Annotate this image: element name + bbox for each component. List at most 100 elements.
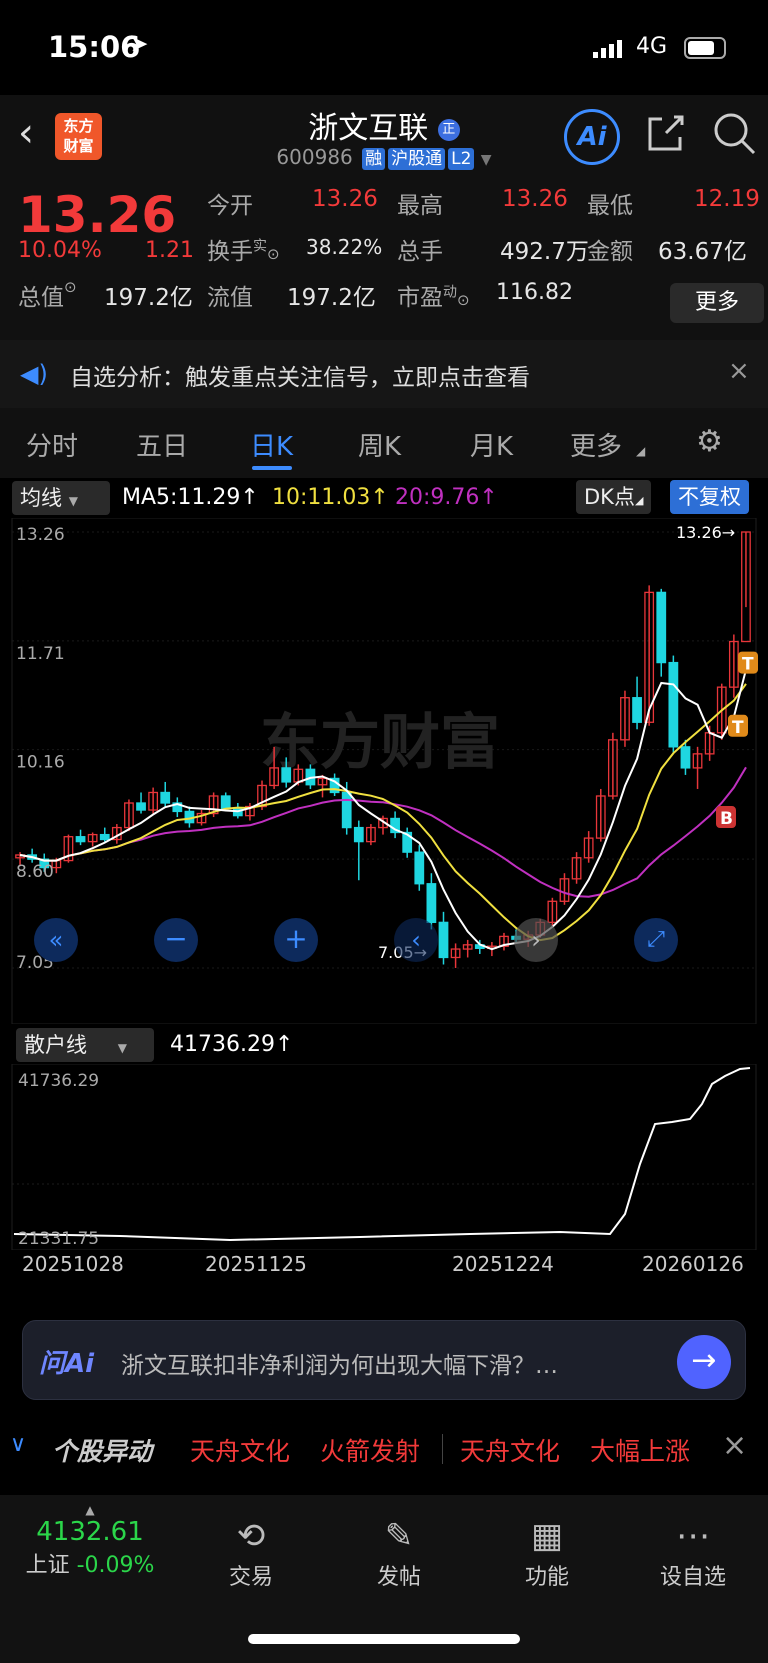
tag-margin: 融	[362, 148, 386, 170]
ask-ai-bar[interactable]: 问Ai 浙文互联扣非净利润为何出现大幅下滑？… →	[22, 1320, 746, 1400]
candle	[136, 802, 146, 811]
chevron-down-icon[interactable]: ∨	[10, 1432, 26, 1457]
stock-code: 600986	[276, 145, 353, 169]
high-value: 13.26	[502, 186, 568, 212]
more-dots-icon: ⋯	[676, 1516, 710, 1556]
analysis-banner[interactable]: ◀) 自选分析：触发重点关注信号，立即点击查看 ×	[0, 340, 768, 408]
tab-five-day[interactable]: 五日	[136, 426, 188, 463]
signal-marker-label: T	[732, 718, 744, 738]
amount-value: 63.67亿	[658, 239, 747, 265]
share-icon[interactable]	[646, 113, 686, 153]
change-percent: 10.04%	[18, 238, 102, 263]
close-ticker-icon[interactable]: ×	[722, 1428, 747, 1463]
tab-intraday[interactable]: 分时	[26, 426, 78, 463]
prev-button[interactable]: ‹	[394, 918, 438, 962]
active-tab-underline	[252, 466, 292, 470]
ma20-value: 20:9.76↑	[395, 485, 498, 510]
candle	[220, 795, 231, 810]
yen-exchange-icon: ⟲	[236, 1516, 266, 1556]
more-button[interactable]: 更多	[670, 283, 764, 323]
candle	[680, 746, 691, 769]
ticker-label: 个股异动	[52, 1437, 153, 1466]
tag-hk-connect: 沪股通	[388, 148, 446, 170]
more-caret-icon: ◢	[636, 444, 646, 458]
candle	[668, 661, 679, 748]
quote-panel: 13.26 10.04% 1.21 今开 13.26 最高 13.26 最低 1…	[0, 180, 768, 340]
ma-type-select[interactable]: 均线 ▼	[12, 481, 110, 515]
next-button[interactable]: ›	[514, 918, 558, 962]
tab-more[interactable]: 更多	[570, 426, 622, 463]
home-indicator	[248, 1634, 520, 1644]
ma10-value: 10:11.03↑	[272, 485, 389, 510]
status-bar: 15:06 ➤ 4G	[0, 0, 768, 95]
ma5-value: MA5:11.29↑	[122, 485, 259, 510]
nav-add-watchlist[interactable]: ⋯ 设自选	[638, 1513, 748, 1591]
high-label: 最高	[397, 193, 443, 219]
ai-assistant-button[interactable]: Ai	[564, 109, 620, 165]
ticker-item[interactable]: 天舟文化	[190, 1432, 290, 1468]
open-value: 13.26	[312, 186, 378, 212]
nav-post[interactable]: ✎ 发帖	[344, 1513, 454, 1591]
max-price-marker: 13.26→	[676, 523, 735, 542]
index-name: 上证	[25, 1553, 70, 1578]
zoom-out-button[interactable]: −	[154, 918, 198, 962]
retail-line-chart[interactable]: 41736.29 21331.75	[0, 1063, 768, 1251]
close-banner-icon[interactable]: ×	[728, 356, 750, 386]
nav-functions[interactable]: ▦ 功能	[492, 1513, 602, 1591]
candle	[160, 791, 171, 804]
mktcap-label: 总值⊙	[18, 278, 77, 311]
scroll-left-button[interactable]: «	[34, 918, 78, 962]
candle	[281, 767, 292, 783]
grid-icon: ▦	[530, 1516, 564, 1556]
y-axis-label: 8.60	[16, 862, 54, 882]
period-tabs: 分时 五日 日K 周K 月K 更多 ◢ ⚙	[0, 408, 768, 478]
ticker-item[interactable]: 大幅上涨	[590, 1432, 690, 1468]
candle	[414, 851, 425, 885]
index-value: 4132.61	[36, 1517, 144, 1547]
tab-monthly-k[interactable]: 月K	[470, 426, 513, 463]
volume-value: 492.7万	[500, 239, 589, 265]
last-price: 13.26	[18, 186, 177, 244]
candle	[341, 791, 352, 829]
network-type: 4G	[636, 34, 668, 59]
stock-header: ‹ 东方 财富 浙文互联 正 600986 融沪股通 L2 ▼ Ai	[0, 95, 768, 180]
ticker-item[interactable]: 天舟文化	[460, 1432, 560, 1468]
y-axis-label: 11.71	[16, 644, 65, 664]
sub-indicator-select[interactable]: 散户线 ▼	[16, 1028, 154, 1062]
candle	[438, 921, 449, 959]
edit-icon: ✎	[384, 1516, 414, 1556]
dropdown-caret-icon: ▼	[480, 152, 492, 168]
mktcap-value: 197.2亿	[104, 285, 193, 311]
settings-gear-icon[interactable]: ⚙	[696, 424, 723, 459]
pe-value: 116.82	[496, 280, 573, 305]
low-value: 12.19	[694, 186, 760, 212]
watermark: 东方财富	[260, 708, 500, 778]
date-label: 20251028	[22, 1252, 124, 1276]
change-amount: 1.21	[145, 238, 194, 263]
ask-ai-question: 浙文互联扣非净利润为何出现大幅下滑？…	[121, 1353, 558, 1379]
zoom-in-button[interactable]: +	[274, 918, 318, 962]
low-label: 最低	[587, 193, 633, 219]
search-icon[interactable]	[712, 111, 756, 155]
y-axis-label: 13.26	[16, 525, 65, 545]
fullscreen-button[interactable]: ⤢	[634, 918, 678, 962]
battery-icon	[684, 37, 726, 59]
candle	[632, 697, 642, 723]
sub-indicator-value: 41736.29↑	[170, 1032, 294, 1057]
nav-trade[interactable]: ⟲ 交易	[196, 1513, 306, 1591]
ticker-item[interactable]: 火箭发射	[320, 1432, 420, 1468]
index-widget[interactable]: ▲ 4132.61 上证 -0.09%	[20, 1503, 160, 1579]
arrow-right-icon[interactable]: →	[677, 1335, 731, 1389]
y-axis-label: 10.16	[16, 753, 65, 773]
alert-ticker: ∨ 个股异动 天舟文化 火箭发射 天舟文化 大幅上涨 ×	[0, 1418, 768, 1480]
adjust-toggle-button[interactable]: 不复权	[670, 480, 749, 514]
kline-chart[interactable]: 东方财富 13.2611.7110.168.607.05 13.26→7.05→…	[0, 517, 768, 1025]
candle	[656, 591, 667, 664]
tag-level2: L2	[448, 148, 475, 170]
divider	[442, 1434, 443, 1464]
tab-daily-k[interactable]: 日K	[250, 426, 293, 463]
tab-weekly-k[interactable]: 周K	[358, 426, 401, 463]
sub-indicator-bar: 散户线 ▼ 41736.29↑	[0, 1024, 768, 1064]
dk-point-button[interactable]: DK点◢	[576, 480, 652, 514]
signal-marker-label: B	[720, 809, 733, 829]
